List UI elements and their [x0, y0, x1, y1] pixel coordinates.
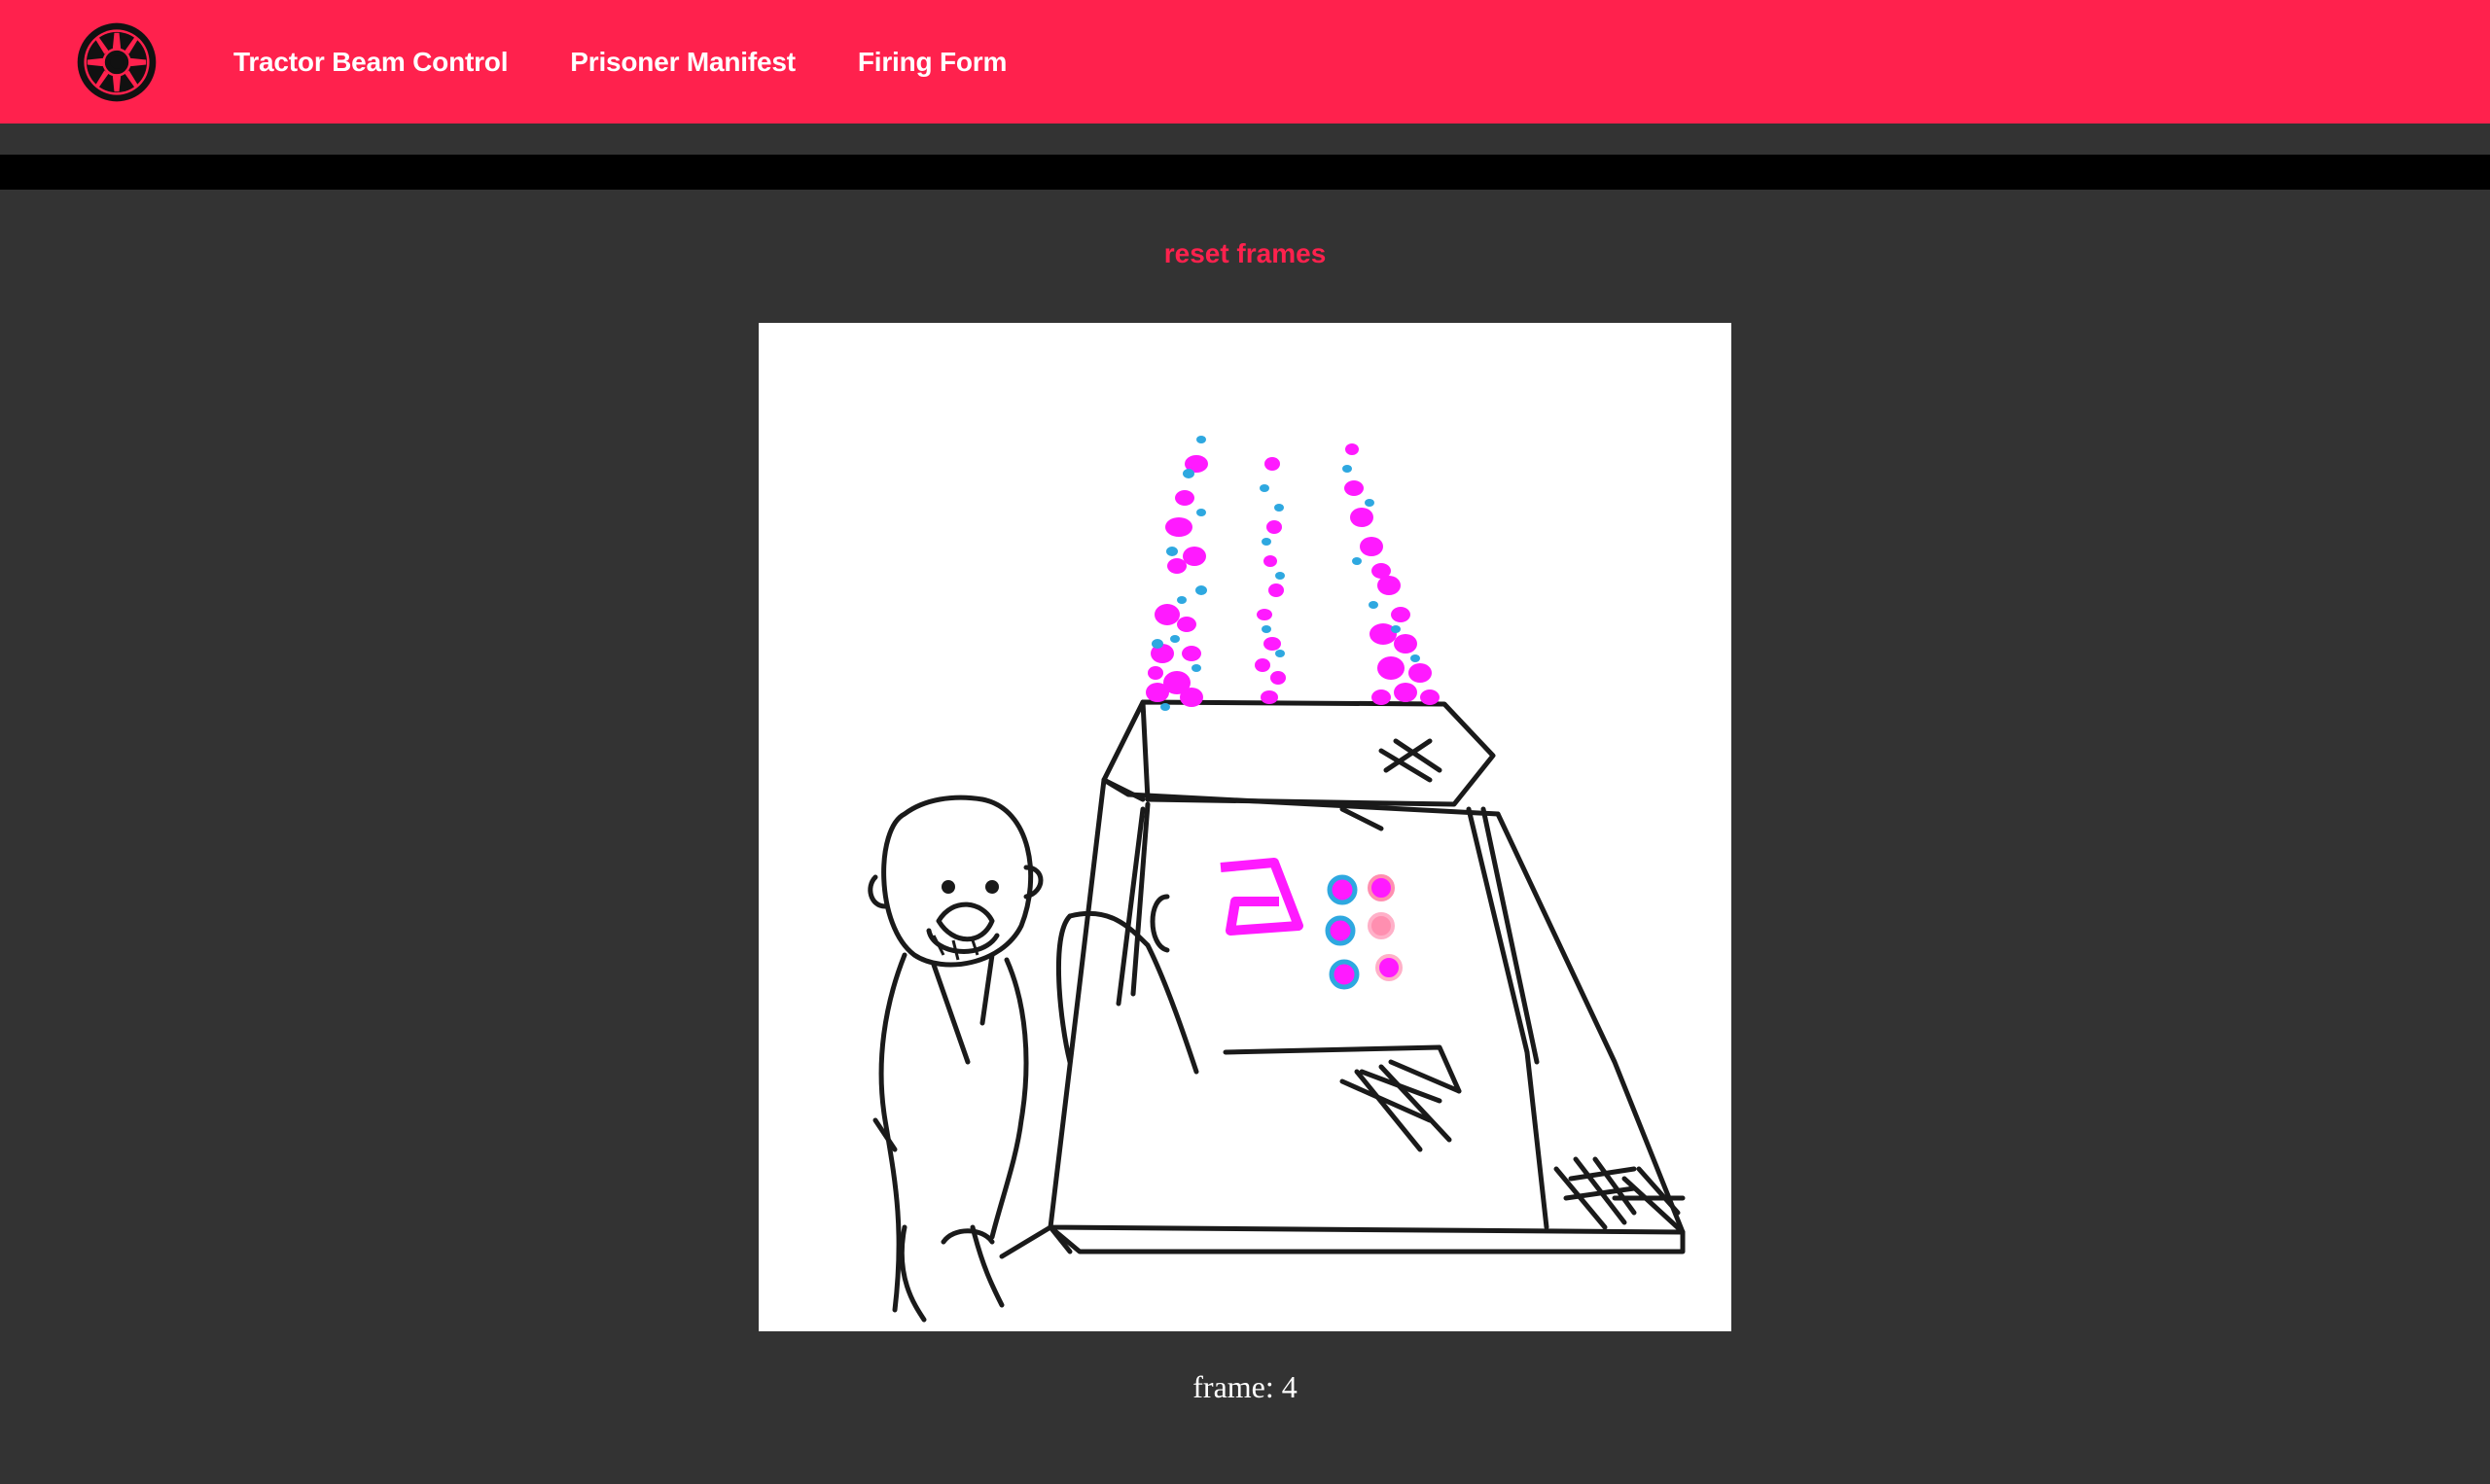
animation-frame-image — [759, 323, 1731, 1331]
nav-link-tractor-beam-control[interactable]: Tractor Beam Control — [233, 47, 508, 78]
nav-link-firing-form[interactable]: Firing Form — [858, 47, 1008, 78]
tractor-beam-console-drawing — [759, 323, 1731, 1331]
divider-bar — [0, 155, 2490, 190]
imperial-crest-icon[interactable] — [76, 21, 158, 103]
top-navbar: Tractor Beam Control Prisoner Manifest F… — [0, 0, 2490, 124]
main-nav: Tractor Beam Control Prisoner Manifest F… — [233, 0, 1007, 124]
nav-link-prisoner-manifest[interactable]: Prisoner Manifest — [570, 47, 796, 78]
reset-frames-link[interactable]: reset frames — [0, 238, 2490, 269]
frame-counter: frame: 4 — [1192, 1369, 1298, 1404]
